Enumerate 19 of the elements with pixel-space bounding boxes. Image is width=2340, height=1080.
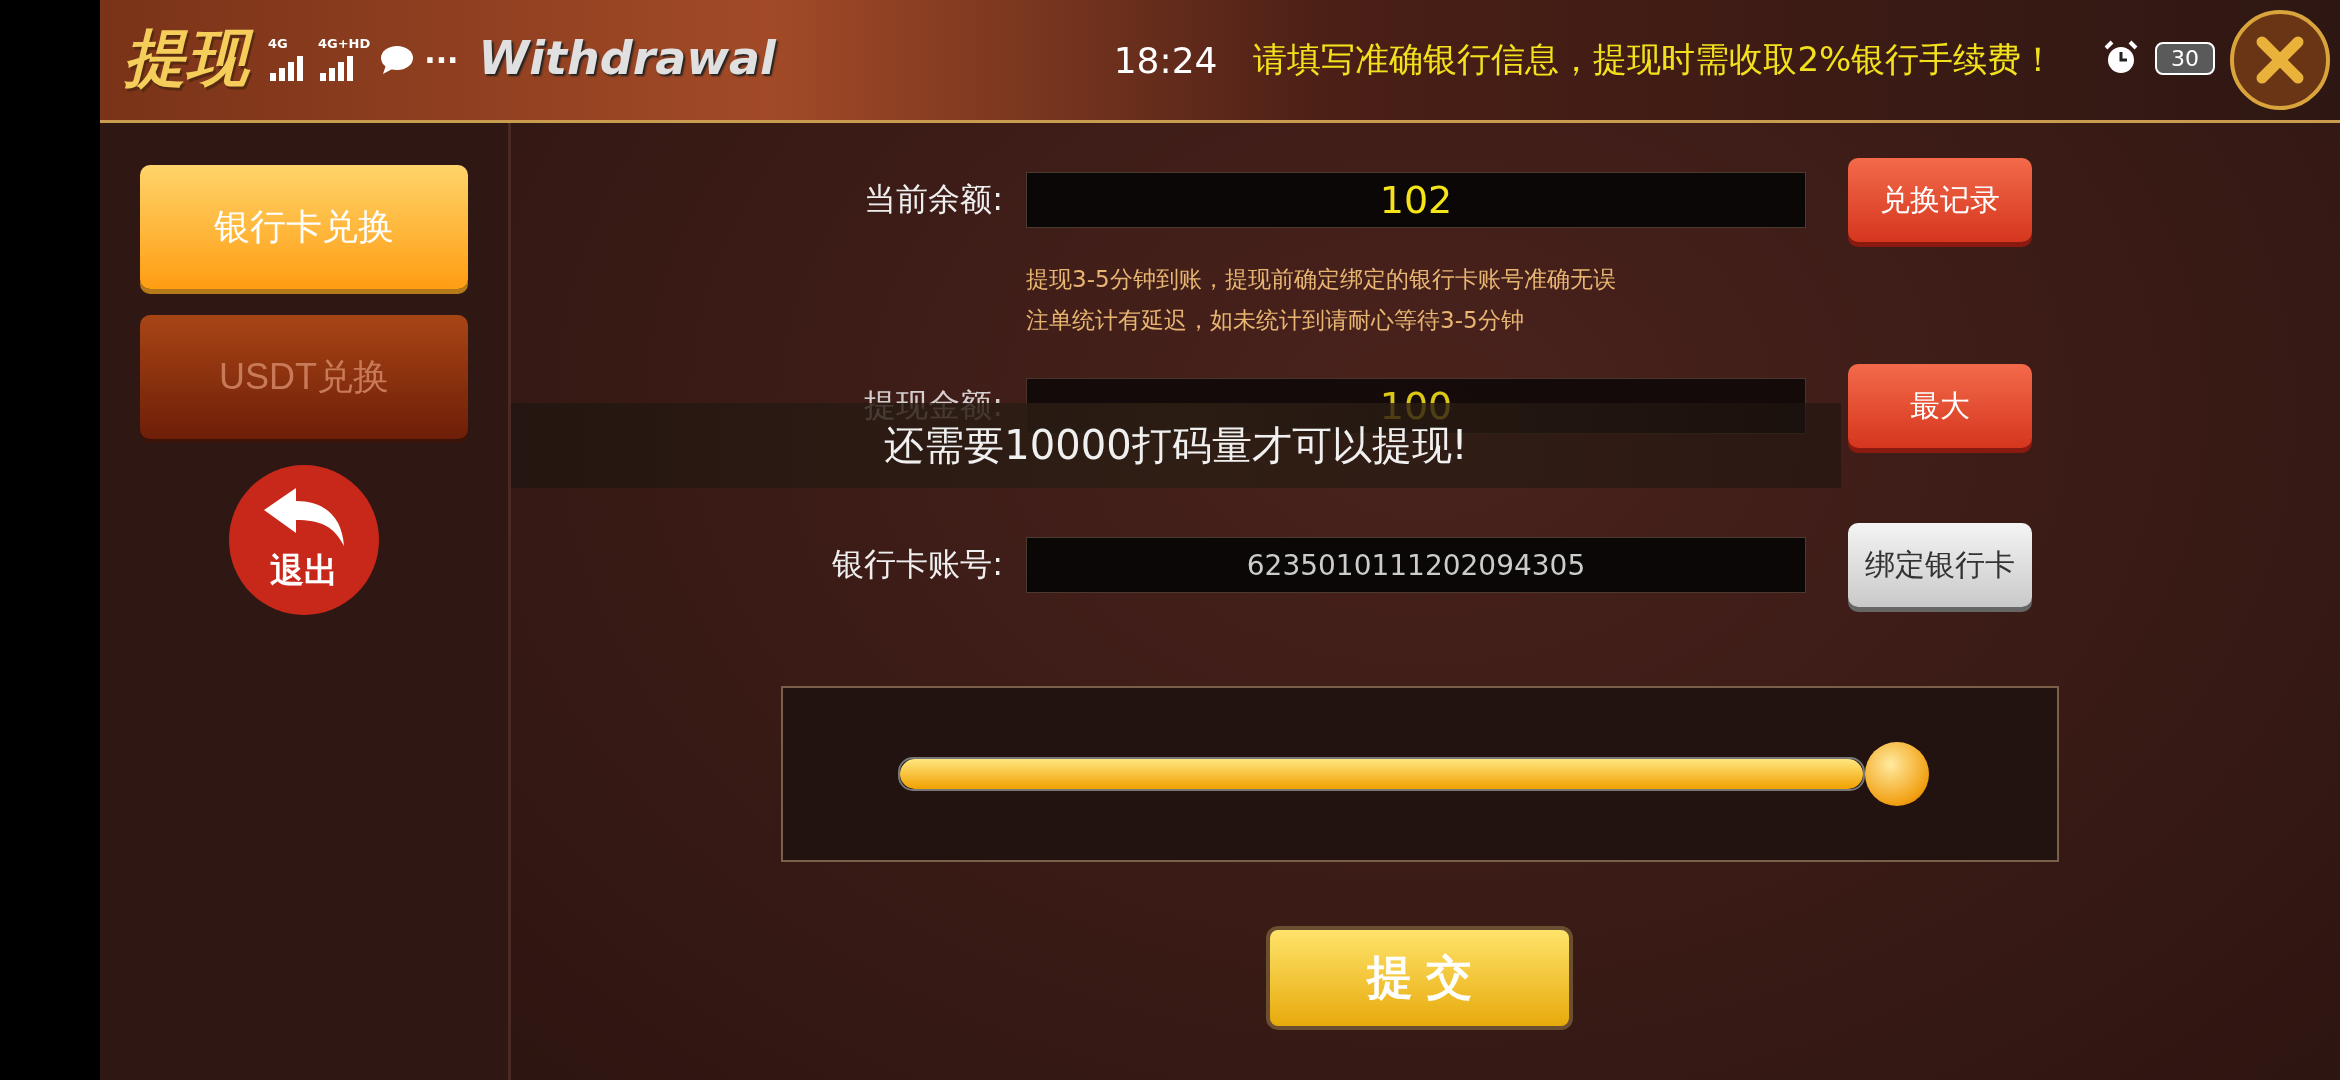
chat-bubble-icon [380, 45, 415, 75]
hint-text: 注单统计有延迟，如未统计到请耐心等待3-5分钟 [1026, 306, 1525, 335]
page-subtitle: Withdrawal [478, 31, 778, 87]
notice-text: 请填写准确银行信息，提现时需收取2%银行手续费！ [1253, 38, 2056, 81]
input-field[interactable]: 6235010111202094305 [1026, 537, 1806, 593]
input-field[interactable]: 102 [1026, 172, 1806, 228]
battery-indicator: 30 [2155, 41, 2215, 75]
hint-text: 提现3-5分钟到账，提现前确定绑定的银行卡账号准确无误 [1026, 265, 1617, 294]
alarm-icon [2103, 40, 2139, 76]
page-title: 提现 [118, 19, 260, 101]
network-type-label: 4G [268, 37, 288, 51]
status-time: 18:24 [1113, 39, 1218, 81]
network-type-label: 4G+HD [318, 37, 371, 51]
field-label: 当前余额: [863, 179, 1004, 220]
back-arrow-icon [262, 486, 346, 548]
exit-button[interactable]: 退出 [229, 465, 379, 615]
more-notifications: ··· [424, 42, 459, 78]
field-label: 银行卡账号: [831, 544, 1004, 585]
field-label: 提现金额: [863, 385, 1004, 426]
